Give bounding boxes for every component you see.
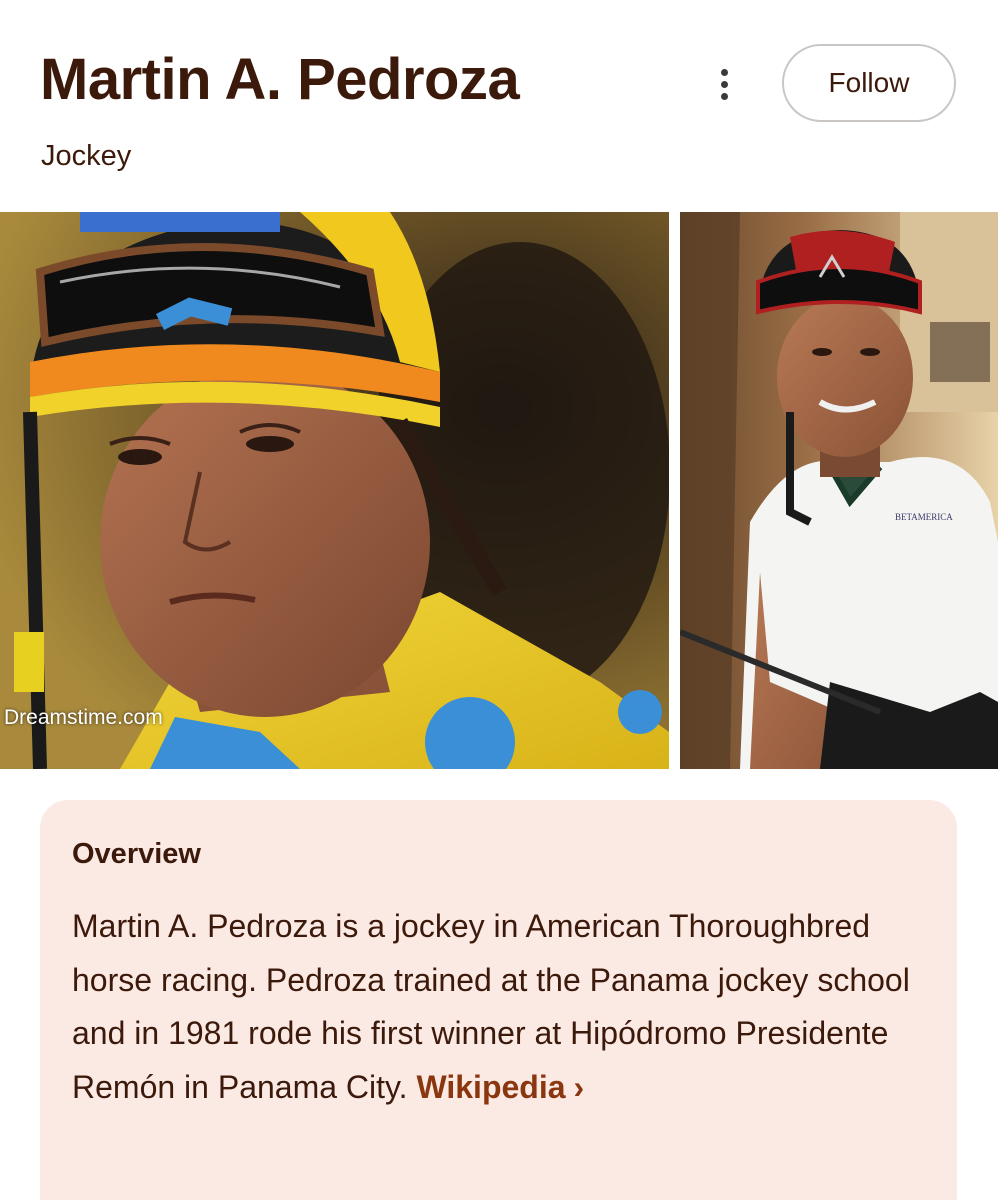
more-options-button[interactable] [704, 62, 744, 106]
jockey-portrait-white-shirt: BETAMERICA [680, 212, 998, 769]
overview-heading: Overview [72, 838, 201, 870]
entity-title: Martin A. Pedroza [40, 47, 520, 112]
overview-panel: Overview Martin A. Pedroza is a jockey i… [40, 800, 957, 1200]
image-watermark: Dreamstime.com [4, 706, 163, 729]
wikipedia-link[interactable]: Wikipedia › [416, 1069, 584, 1105]
gallery-image-2[interactable]: BETAMERICA [680, 212, 998, 769]
wikipedia-link-label: Wikipedia [416, 1068, 566, 1105]
vertical-ellipsis-icon [720, 68, 728, 76]
gallery-image-1[interactable]: Dreamstime.com [0, 212, 669, 769]
image-gallery: Dreamstime.com BETAMERICA [0, 212, 998, 769]
entity-subtitle: Jockey [41, 140, 132, 172]
follow-button[interactable]: Follow [782, 44, 956, 122]
overview-description: Martin A. Pedroza is a jockey in America… [72, 900, 922, 1114]
chevron-right-icon: › [573, 1068, 585, 1105]
knowledge-panel-header: Martin A. Pedroza Jockey Follow [0, 0, 998, 200]
shirt-logo-text: BETAMERICA [895, 512, 953, 522]
jockey-portrait-yellow-silks [0, 212, 669, 769]
